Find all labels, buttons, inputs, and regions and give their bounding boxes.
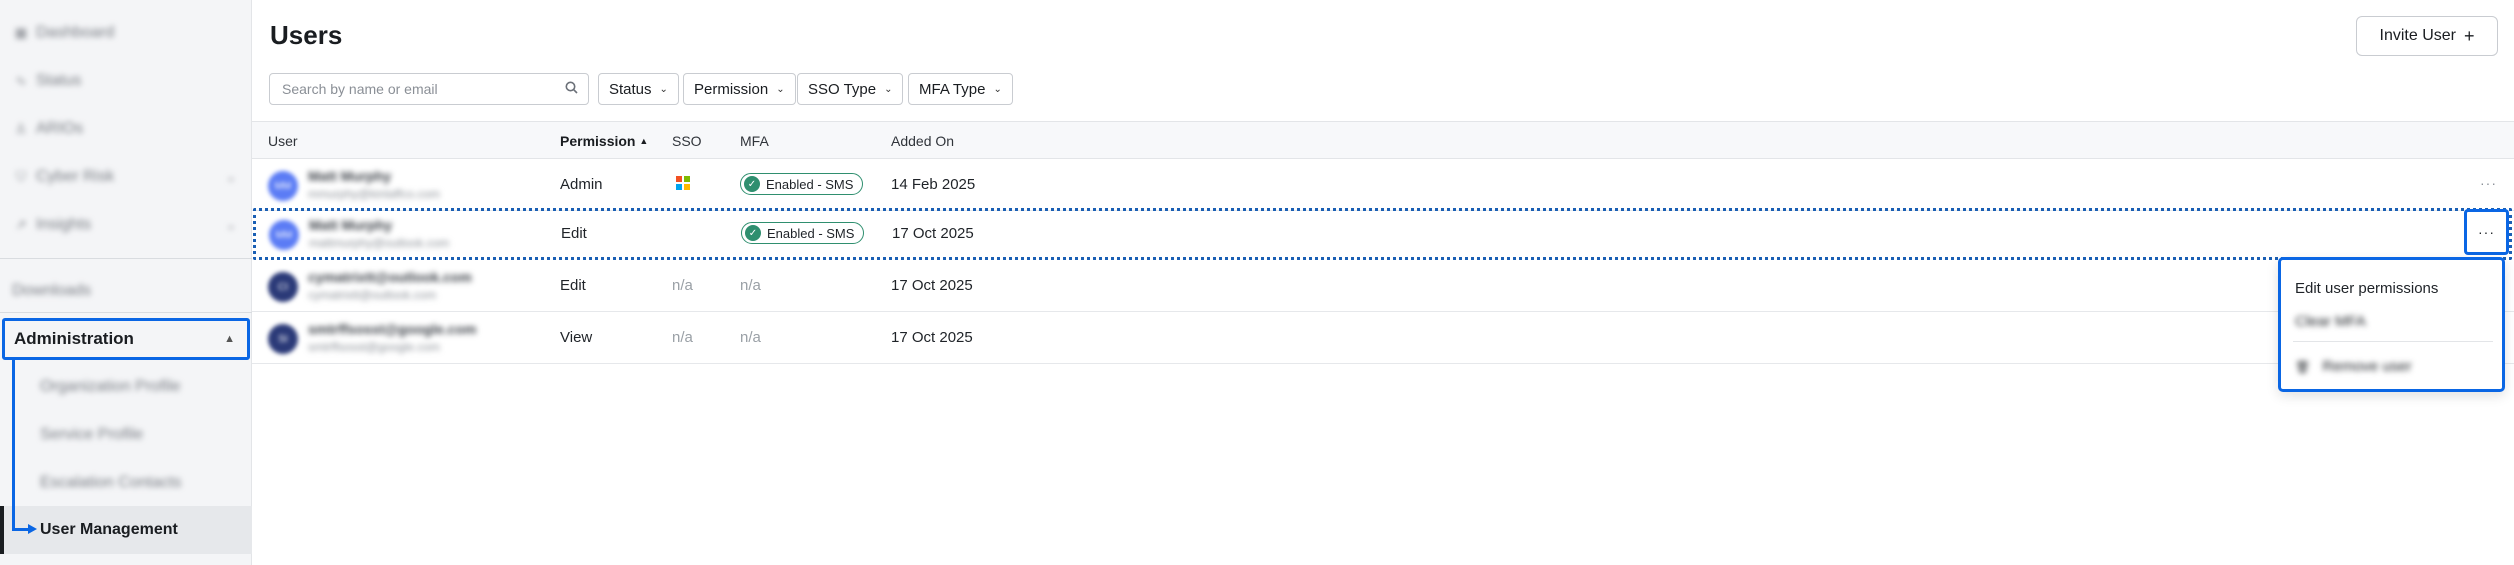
table-header: User Permission ▲ SSO MFA Added On bbox=[252, 121, 2514, 159]
plus-icon: + bbox=[2463, 25, 2475, 46]
table-row[interactable]: MM Matt Murphy mmurphy@kinlaffco.com Adm… bbox=[252, 159, 2514, 211]
avatar: MM bbox=[269, 220, 299, 250]
microsoft-sso-icon bbox=[676, 176, 690, 190]
sidebar-item-status[interactable]: ∿ Status bbox=[0, 61, 252, 101]
sidebar-item-arios[interactable]: ♙ ARIOs bbox=[0, 109, 252, 149]
added-on-value: 14 Feb 2025 bbox=[891, 176, 976, 193]
avatar: CI bbox=[268, 272, 298, 302]
permission-value: Edit bbox=[560, 277, 586, 294]
user-name: Matt Murphy bbox=[309, 217, 393, 233]
avatar: MM bbox=[268, 171, 298, 201]
permission-value: Admin bbox=[560, 176, 603, 193]
sidebar-divider bbox=[0, 312, 252, 313]
search-input[interactable] bbox=[282, 81, 552, 97]
user-email: smtrffsosst@google.com bbox=[308, 340, 441, 354]
chevron-down-icon: ⌄ bbox=[776, 83, 785, 95]
page-title: Users bbox=[270, 20, 343, 50]
sort-ascending-icon: ▲ bbox=[639, 136, 649, 146]
sidebar-item-escalation-contacts[interactable]: Escalation Contacts bbox=[0, 459, 252, 507]
more-actions-button[interactable]: ··· bbox=[2464, 209, 2509, 255]
annotation-arrow-icon bbox=[28, 524, 37, 534]
sidebar-item-downloads[interactable]: Downloads bbox=[0, 271, 252, 311]
sso-value: n/a bbox=[672, 329, 693, 346]
search-box bbox=[269, 73, 589, 105]
user-email: mmurphy@kinlaffco.com bbox=[308, 187, 440, 201]
menu-item-remove-user[interactable]: 🗑 Remove user bbox=[2295, 358, 2412, 375]
table-row[interactable]: MM Matt Murphy mattmurphy@outlook.com Ed… bbox=[253, 208, 2512, 260]
table-row[interactable]: CI cymatrixtt@outlook.com cymatrixtt@out… bbox=[252, 260, 2514, 312]
mfa-value: n/a bbox=[740, 329, 761, 346]
chevron-down-icon: ⌄ bbox=[993, 83, 1002, 95]
annotation-connector bbox=[12, 360, 15, 530]
chevron-down-icon: ⌄ bbox=[884, 83, 893, 95]
pulse-icon: ∿ bbox=[15, 73, 27, 88]
row-actions-menu: Edit user permissions Clear MFA 🗑 Remove… bbox=[2278, 257, 2505, 392]
added-on-value: 17 Oct 2025 bbox=[891, 277, 973, 294]
sidebar-divider bbox=[0, 258, 252, 259]
column-added-on[interactable]: Added On bbox=[891, 133, 954, 149]
sidebar-item-cyber-risk[interactable]: ⛉ Cyber Risk ⌄ bbox=[0, 157, 252, 197]
menu-item-clear-mfa[interactable]: Clear MFA bbox=[2295, 313, 2366, 330]
chevron-down-icon: ⌄ bbox=[225, 170, 236, 184]
sso-value: n/a bbox=[672, 277, 693, 294]
menu-divider bbox=[2293, 341, 2493, 342]
user-email: cymatrixtt@outlook.com bbox=[308, 288, 437, 302]
added-on-value: 17 Oct 2025 bbox=[891, 329, 973, 346]
checkmark-icon: ✓ bbox=[745, 225, 761, 241]
sidebar-item-organization-profile[interactable]: Organization Profile bbox=[0, 363, 252, 411]
user-name: cymatrixtt@outlook.com bbox=[308, 269, 472, 285]
sidebar: ▦ Dashboard ∿ Status ♙ ARIOs ⛉ Cyber Ris… bbox=[0, 0, 252, 565]
added-on-value: 17 Oct 2025 bbox=[892, 225, 974, 242]
mfa-badge: ✓ Enabled - SMS bbox=[740, 173, 864, 195]
permission-filter[interactable]: Permission ⌄ bbox=[683, 73, 796, 105]
permission-value: Edit bbox=[561, 225, 587, 242]
mfa-value: n/a bbox=[740, 277, 761, 294]
person-icon: ♙ bbox=[15, 121, 27, 136]
user-email: mattmurphy@outlook.com bbox=[309, 236, 450, 250]
sidebar-item-user-management[interactable]: User Management bbox=[0, 506, 252, 554]
more-actions-button[interactable]: ··· bbox=[2480, 175, 2497, 191]
permission-value: View bbox=[560, 329, 593, 346]
sidebar-item-dashboard[interactable]: ▦ Dashboard bbox=[0, 13, 252, 53]
status-filter[interactable]: Status ⌄ bbox=[598, 73, 679, 105]
column-permission[interactable]: Permission ▲ bbox=[560, 133, 648, 149]
chart-icon: ↗ bbox=[15, 217, 27, 232]
avatar: SI bbox=[268, 324, 298, 354]
checkmark-icon: ✓ bbox=[744, 176, 760, 192]
sidebar-item-insights[interactable]: ↗ Insights ⌄ bbox=[0, 205, 252, 245]
mfa-badge: ✓ Enabled - SMS bbox=[741, 222, 865, 244]
invite-user-button[interactable]: Invite User + bbox=[2356, 16, 2498, 56]
table-row[interactable]: SI smtrffsosst@google.com smtrffsosst@go… bbox=[252, 312, 2514, 364]
chevron-down-icon: ⌄ bbox=[225, 218, 236, 232]
user-name: Matt Murphy bbox=[308, 168, 392, 184]
column-sso[interactable]: SSO bbox=[672, 133, 702, 149]
sso-type-filter[interactable]: SSO Type ⌄ bbox=[797, 73, 904, 105]
sidebar-item-service-profile[interactable]: Service Profile bbox=[0, 411, 252, 459]
trash-icon: 🗑 bbox=[2295, 360, 2311, 374]
mfa-type-filter[interactable]: MFA Type ⌄ bbox=[908, 73, 1013, 105]
column-mfa[interactable]: MFA bbox=[740, 133, 769, 149]
column-user[interactable]: User bbox=[268, 133, 298, 149]
user-name: smtrffsosst@google.com bbox=[308, 321, 477, 337]
shield-icon: ⛉ bbox=[16, 169, 26, 184]
active-indicator bbox=[0, 506, 4, 554]
chevron-down-icon: ⌄ bbox=[659, 83, 668, 95]
search-icon bbox=[565, 81, 578, 97]
grid-icon: ▦ bbox=[14, 25, 28, 40]
sidebar-item-administration[interactable]: Administration ▲ bbox=[2, 318, 250, 360]
menu-item-edit-permissions[interactable]: Edit user permissions bbox=[2295, 280, 2438, 297]
chevron-up-icon: ▲ bbox=[224, 333, 235, 345]
